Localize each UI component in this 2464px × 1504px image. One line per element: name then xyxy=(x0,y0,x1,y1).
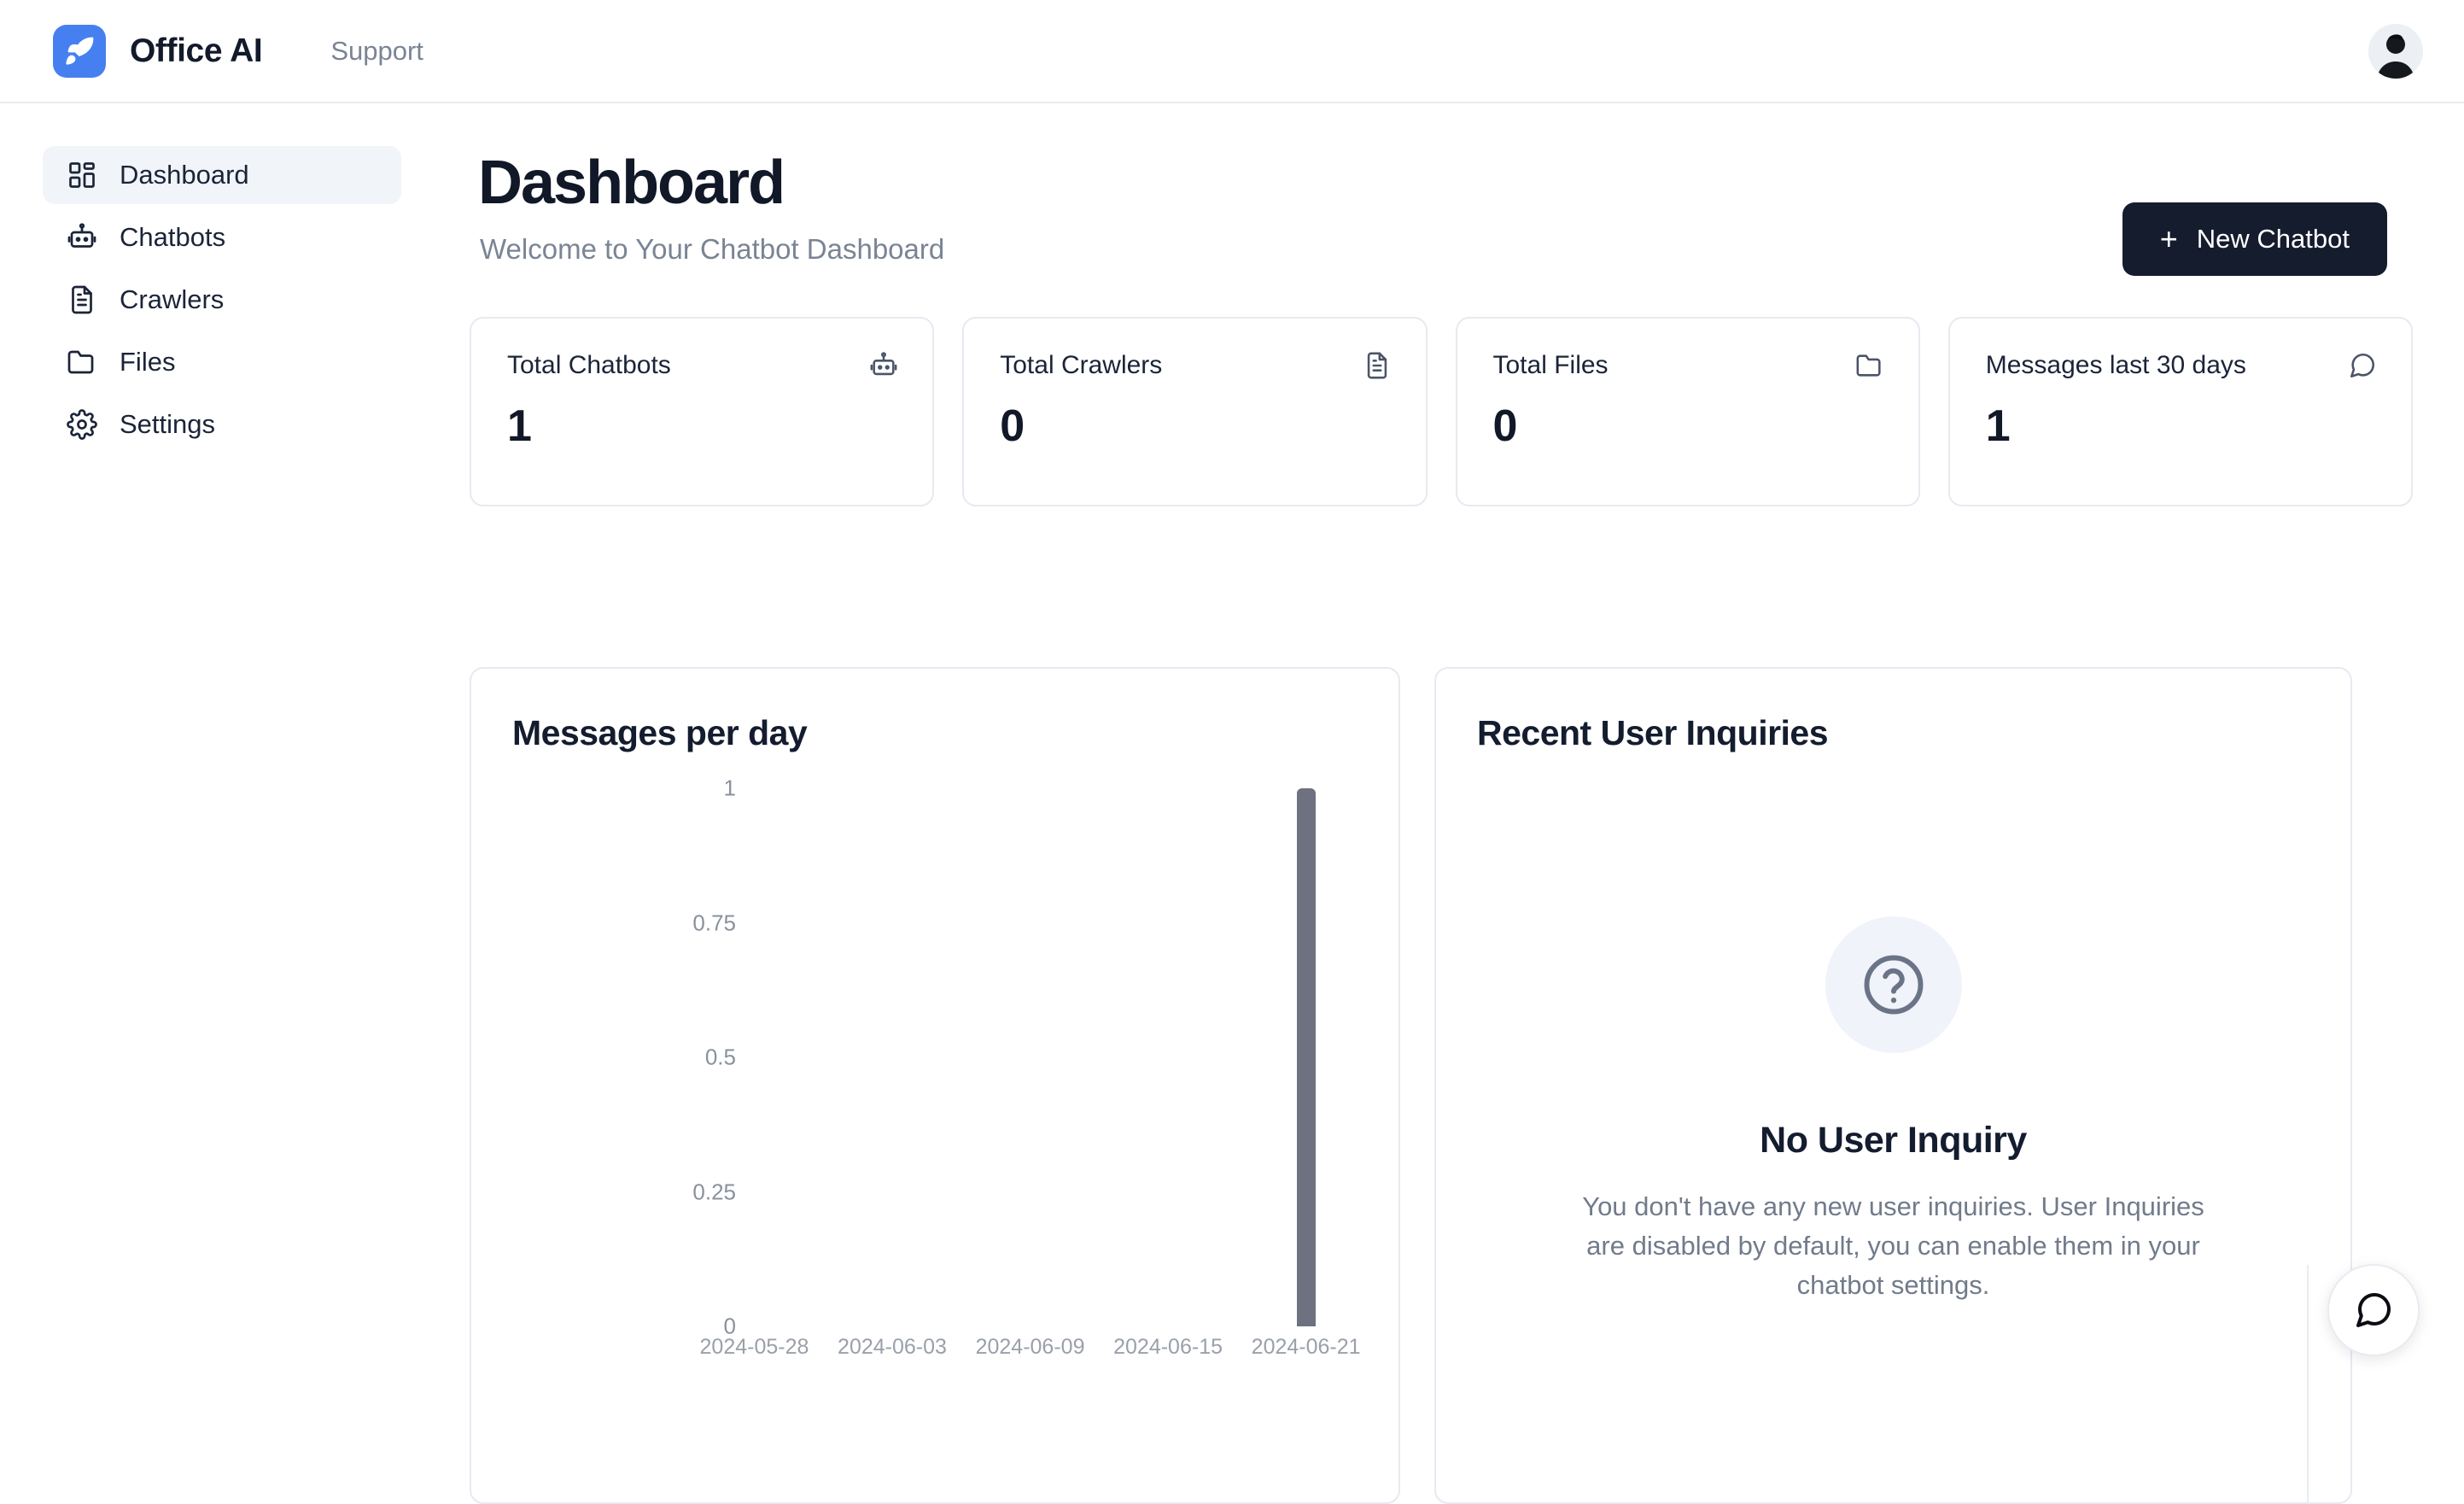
y-axis-tick-label: 0.5 xyxy=(704,1044,736,1070)
stat-card-total-crawlers[interactable]: Total Crawlers 0 xyxy=(962,317,1428,506)
sidebar-item-label: Dashboard xyxy=(120,160,249,190)
x-axis-tick-label: 2024-06-09 xyxy=(975,1335,1085,1359)
messages-per-day-panel: Messages per day 1 0.75 0.5 0.25 0 2024-05-2… xyxy=(470,667,1400,1504)
folder-icon xyxy=(67,347,97,377)
chat-bubble-icon xyxy=(2348,351,2377,380)
folder-icon xyxy=(1855,351,1884,380)
new-chatbot-button[interactable]: + New Chatbot xyxy=(2122,202,2387,276)
sidebar-item-label: Crawlers xyxy=(120,284,225,314)
stat-value: 1 xyxy=(507,401,532,451)
y-axis-tick-label: 1 xyxy=(723,775,736,801)
sidebar-item-label: Files xyxy=(120,347,176,377)
sidebar-item-label: Chatbots xyxy=(120,222,226,252)
panel-title: Recent User Inquiries xyxy=(1477,713,1829,752)
sidebar-item-settings[interactable]: Settings xyxy=(43,395,401,454)
stat-value: 0 xyxy=(1492,401,1518,451)
y-axis-tick-label: 0 xyxy=(723,1313,736,1339)
robot-icon xyxy=(869,351,898,380)
x-axis-tick-label: 2024-06-21 xyxy=(1251,1335,1361,1359)
document-icon xyxy=(67,284,97,315)
sidebar-item-crawlers[interactable]: Crawlers xyxy=(43,271,401,329)
page-title: Dashboard xyxy=(478,149,785,217)
empty-state-title: No User Inquiry xyxy=(1760,1120,2027,1161)
messages-per-day-chart: 1 0.75 0.5 0.25 0 2024-05-28 2024-06-03 2024-0… xyxy=(471,775,1398,1403)
y-axis-tick-label: 0.75 xyxy=(692,910,736,935)
y-axis: 1 0.75 0.5 0.25 0 xyxy=(471,775,736,1339)
y-axis-tick-label: 0.25 xyxy=(692,1179,736,1204)
brand-name: Office AI xyxy=(130,32,263,69)
chat-bubble-icon xyxy=(2353,1290,2394,1331)
panel-title: Messages per day xyxy=(512,713,808,752)
stat-cards: Total Chatbots 1 Total Crawlers 0 Total … xyxy=(470,317,2413,506)
sidebar-item-files[interactable]: Files xyxy=(43,333,401,391)
empty-state: No User Inquiry You don't have any new u… xyxy=(1436,916,2350,1305)
stat-label: Total Chatbots xyxy=(507,351,671,379)
sidebar-item-chatbots[interactable]: Chatbots xyxy=(43,208,401,266)
scrollbar-track[interactable] xyxy=(2307,1265,2309,1504)
plus-icon: + xyxy=(2159,221,2178,256)
gear-icon xyxy=(67,409,97,440)
stat-card-total-chatbots[interactable]: Total Chatbots 1 xyxy=(470,317,935,506)
stat-label: Total Files xyxy=(1492,351,1609,379)
x-axis-tick-label: 2024-06-03 xyxy=(838,1335,947,1359)
chart-bar[interactable] xyxy=(1296,788,1316,1326)
stat-value: 0 xyxy=(1000,401,1025,451)
recent-user-inquiries-panel: Recent User Inquiries No User Inquiry Yo… xyxy=(1434,667,2352,1504)
x-axis-tick-label: 2024-05-28 xyxy=(699,1335,809,1359)
stat-card-messages-last-30-days[interactable]: Messages last 30 days 1 xyxy=(1947,317,2413,506)
robot-icon xyxy=(67,222,97,253)
avatar[interactable] xyxy=(2368,24,2423,79)
sidebar-item-dashboard[interactable]: Dashboard xyxy=(43,146,401,204)
top-header: Office AI Support xyxy=(0,0,2464,103)
layout-grid-icon xyxy=(67,160,97,190)
stat-label: Messages last 30 days xyxy=(1985,351,2246,379)
stat-card-total-files[interactable]: Total Files 0 xyxy=(1455,317,1920,506)
document-icon xyxy=(1363,351,1392,380)
plot-area xyxy=(743,788,1340,1326)
sidebar-item-label: Settings xyxy=(120,409,216,439)
new-chatbot-label: New Chatbot xyxy=(2196,224,2350,254)
x-axis: 2024-05-28 2024-06-03 2024-06-09 2024-06-15… xyxy=(700,1335,1376,1378)
rocket-icon xyxy=(64,36,95,67)
stat-label: Total Crawlers xyxy=(1000,351,1163,379)
brand[interactable]: Office AI xyxy=(53,24,263,78)
nav-support-link[interactable]: Support xyxy=(330,36,423,67)
app-logo xyxy=(53,24,106,78)
page-subtitle: Welcome to Your Chatbot Dashboard xyxy=(480,233,945,265)
question-mark-circle-icon xyxy=(1825,916,1962,1053)
chat-widget-button[interactable] xyxy=(2327,1264,2420,1356)
empty-state-text: You don't have any new user inquiries. U… xyxy=(1582,1191,2204,1300)
main-content: Dashboard Welcome to Your Chatbot Dashbo… xyxy=(444,103,2464,1504)
sidebar: Dashboard Chatbots Crawlers Files Settin… xyxy=(0,103,444,1401)
x-axis-tick-label: 2024-06-15 xyxy=(1113,1335,1223,1359)
stat-value: 1 xyxy=(1985,401,2011,451)
